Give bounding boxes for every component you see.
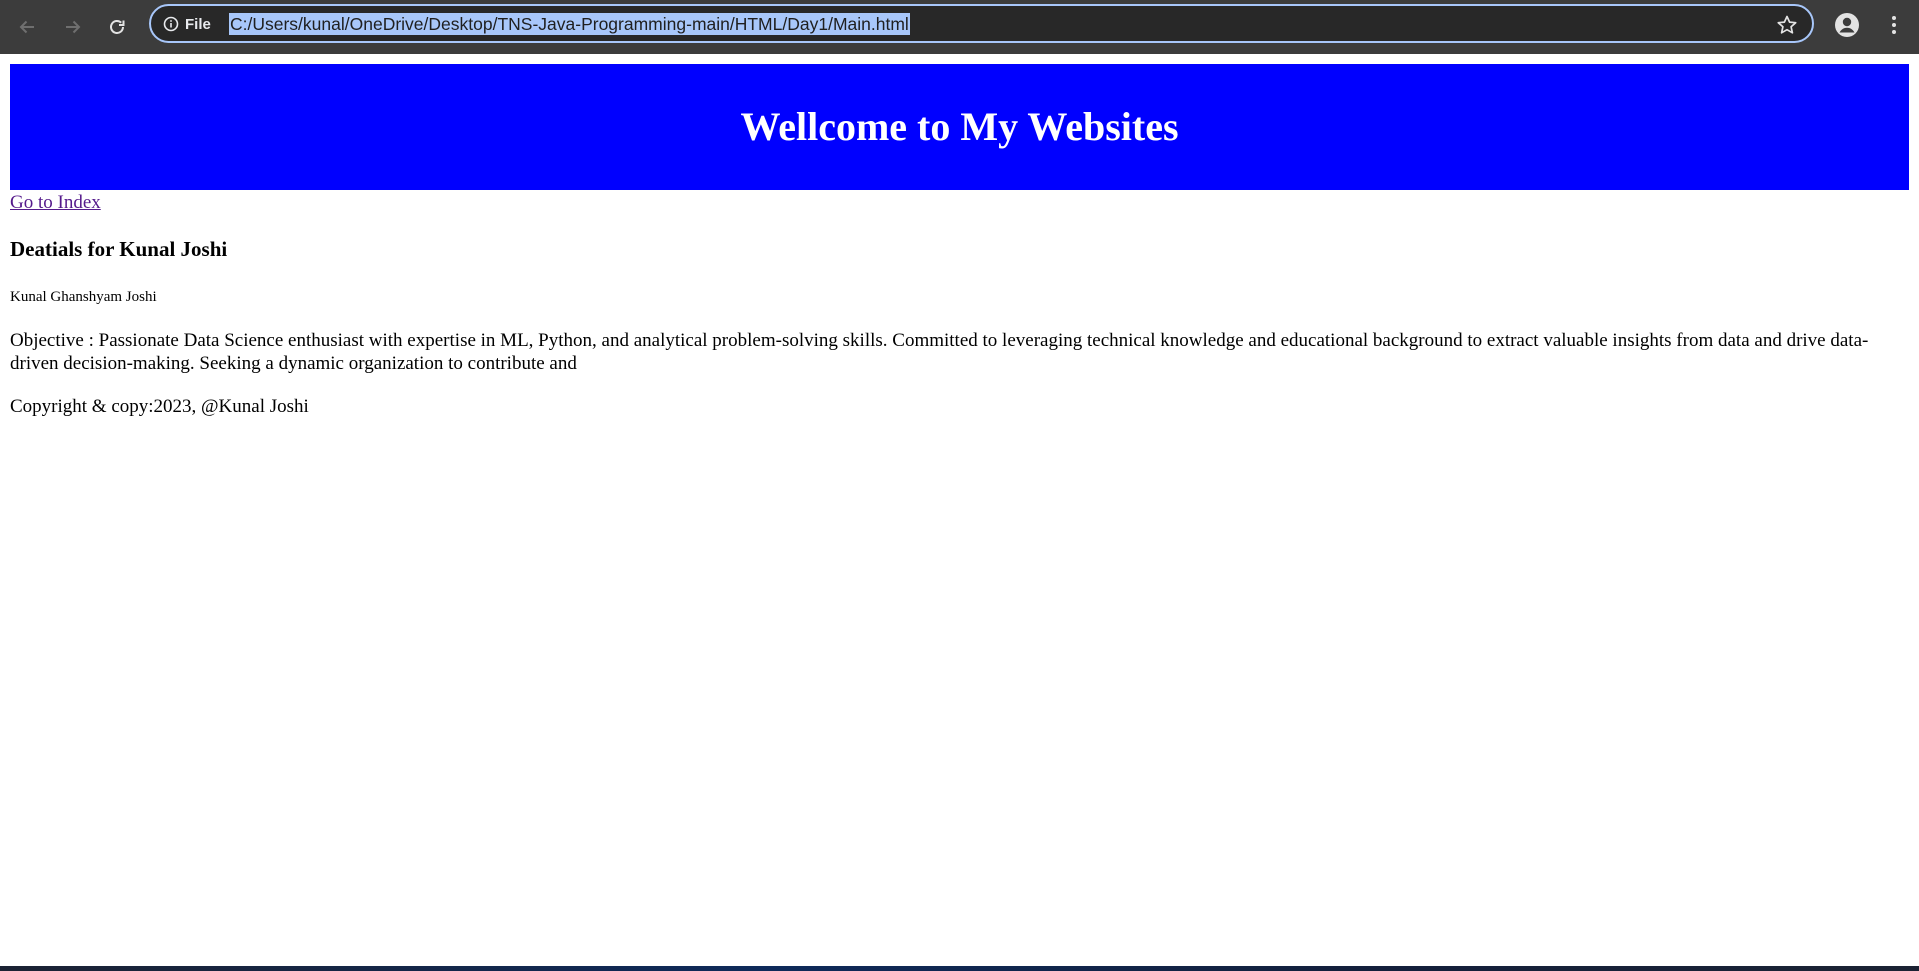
go-to-index-link[interactable]: Go to Index: [10, 192, 101, 214]
info-icon: [163, 16, 179, 32]
objective-paragraph: Objective : Passionate Data Science enth…: [10, 330, 1869, 374]
reload-icon: [110, 20, 125, 34]
address-bar[interactable]: File C:/Users/kunal/OneDrive/Desktop/TNS…: [149, 4, 1814, 43]
site-info-chip[interactable]: File: [163, 13, 211, 35]
arrow-right-icon: [66, 20, 81, 34]
bookmark-button[interactable]: [1776, 14, 1798, 36]
copyright-text: Copyright & copy:2023, @Kunal Joshi: [10, 396, 309, 417]
back-button[interactable]: [10, 10, 44, 44]
arrow-left-icon: [19, 20, 34, 34]
star-icon: [1777, 15, 1797, 34]
taskbar-edge: [0, 966, 1919, 971]
page-content: Wellcome to My Websites Go to Index Deat…: [0, 54, 1919, 966]
browser-toolbar: File C:/Users/kunal/OneDrive/Desktop/TNS…: [0, 0, 1919, 54]
full-name-text: Kunal Ghanshyam Joshi: [10, 289, 157, 305]
url-text[interactable]: C:/Users/kunal/OneDrive/Desktop/TNS-Java…: [229, 13, 910, 35]
reload-button[interactable]: [100, 10, 134, 44]
site-info-label: File: [185, 15, 211, 33]
profile-button[interactable]: [1834, 12, 1860, 38]
page-title: Wellcome to My Websites: [740, 104, 1179, 149]
profile-icon: [1835, 13, 1859, 37]
header-banner: Wellcome to My Websites: [10, 64, 1909, 190]
details-heading: Deatials for Kunal Joshi: [10, 237, 228, 261]
kebab-menu-icon: [1892, 16, 1896, 34]
forward-button[interactable]: [56, 10, 90, 44]
browser-menu-button[interactable]: [1885, 12, 1903, 38]
